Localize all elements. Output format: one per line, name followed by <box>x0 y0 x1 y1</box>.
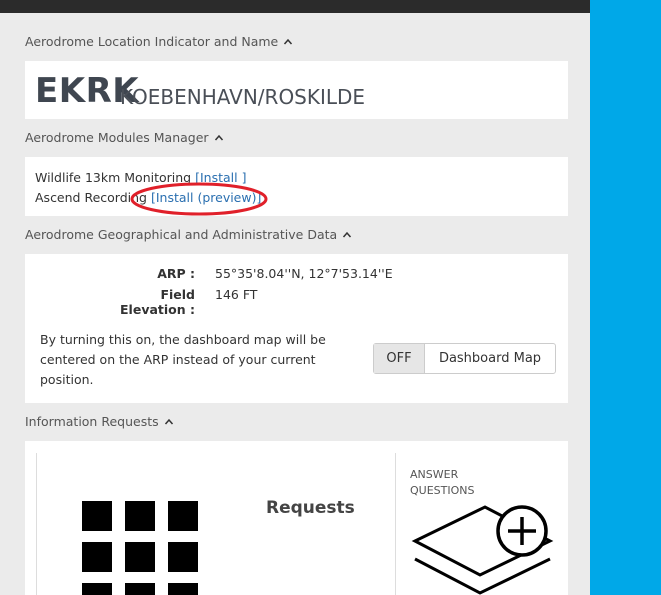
requests-tile[interactable]: Requests <box>36 453 396 595</box>
dashboard-map-toggle[interactable]: OFF Dashboard Map <box>373 343 556 374</box>
info-section-header[interactable]: Information Requests <box>25 414 174 429</box>
toggle-off-state[interactable]: OFF <box>374 344 425 373</box>
chevron-up-icon <box>164 418 173 424</box>
modules-section-title: Aerodrome Modules Manager <box>25 130 209 145</box>
arp-value: 55°35'8.04''N, 12°7'53.14''E <box>215 266 393 281</box>
chevron-up-icon <box>214 134 223 140</box>
modules-section-header[interactable]: Aerodrome Modules Manager <box>25 130 224 145</box>
geo-section-header[interactable]: Aerodrome Geographical and Administrativ… <box>25 227 352 242</box>
modules-card: Wildlife 13km Monitoring [Install ] Asce… <box>25 157 568 216</box>
answer-questions-label[interactable]: ANSWER QUESTIONS <box>410 467 510 499</box>
aerodrome-panel: Aerodrome Location Indicator and Name EK… <box>0 0 590 595</box>
aerodrome-name: KOEBENHAVN/ROSKILDE <box>120 85 366 109</box>
layers-plus-icon <box>411 505 554 595</box>
chevron-up-icon <box>284 38 293 44</box>
top-bar <box>0 0 590 13</box>
toggle-label[interactable]: Dashboard Map <box>425 344 555 373</box>
requests-title: Requests <box>266 498 355 518</box>
highlight-annotation <box>130 182 268 216</box>
info-section-title: Information Requests <box>25 414 159 429</box>
station-card: EKRK KOEBENHAVN/ROSKILDE <box>25 61 568 119</box>
geo-card: ARP : 55°35'8.04''N, 12°7'53.14''E Field… <box>25 254 568 403</box>
arp-label: ARP : <box>157 266 195 281</box>
info-requests-card: Requests ANSWER QUESTIONS <box>25 441 568 595</box>
geo-section-title: Aerodrome Geographical and Administrativ… <box>25 227 338 242</box>
grid-icon <box>82 501 198 595</box>
chevron-up-icon <box>343 231 352 237</box>
field-elevation-label: Field Elevation : <box>120 287 195 317</box>
dashboard-map-note: By turning this on, the dashboard map wi… <box>40 332 326 387</box>
location-section-header[interactable]: Aerodrome Location Indicator and Name <box>25 34 293 49</box>
field-elevation-value: 146 FT <box>215 287 258 302</box>
location-section-title: Aerodrome Location Indicator and Name <box>25 34 279 49</box>
